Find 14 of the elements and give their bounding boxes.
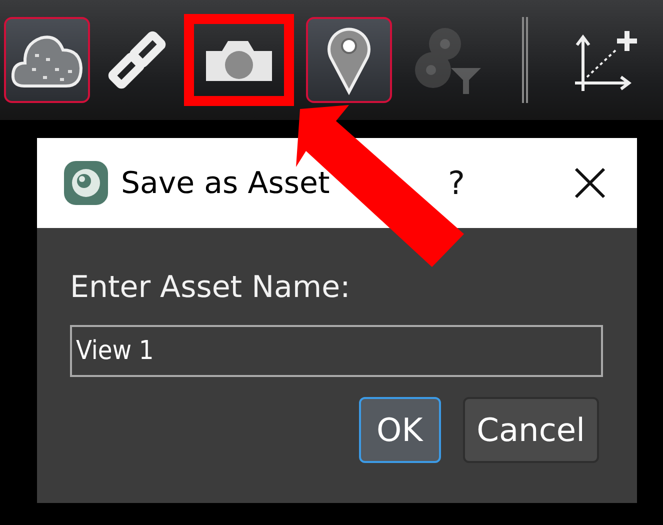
dialog-button[interactable]: Cancel (462, 397, 599, 463)
close-icon (573, 166, 607, 200)
pin-tool-button[interactable] (306, 17, 392, 103)
help-button[interactable]: ? (442, 164, 471, 202)
dialog-title: Save as Asset (121, 166, 331, 200)
default-button[interactable]: OK (358, 397, 441, 463)
cloud-tool-button[interactable] (4, 17, 90, 103)
map-pin-icon (326, 25, 372, 95)
link-icon (106, 29, 168, 91)
close-button[interactable] (573, 166, 607, 200)
asset-name-field[interactable]: View 1 (70, 325, 603, 377)
app-logo-icon (63, 160, 109, 206)
camera-tool-button[interactable] (184, 14, 294, 106)
field-label: Enter Asset Name: (70, 270, 352, 305)
